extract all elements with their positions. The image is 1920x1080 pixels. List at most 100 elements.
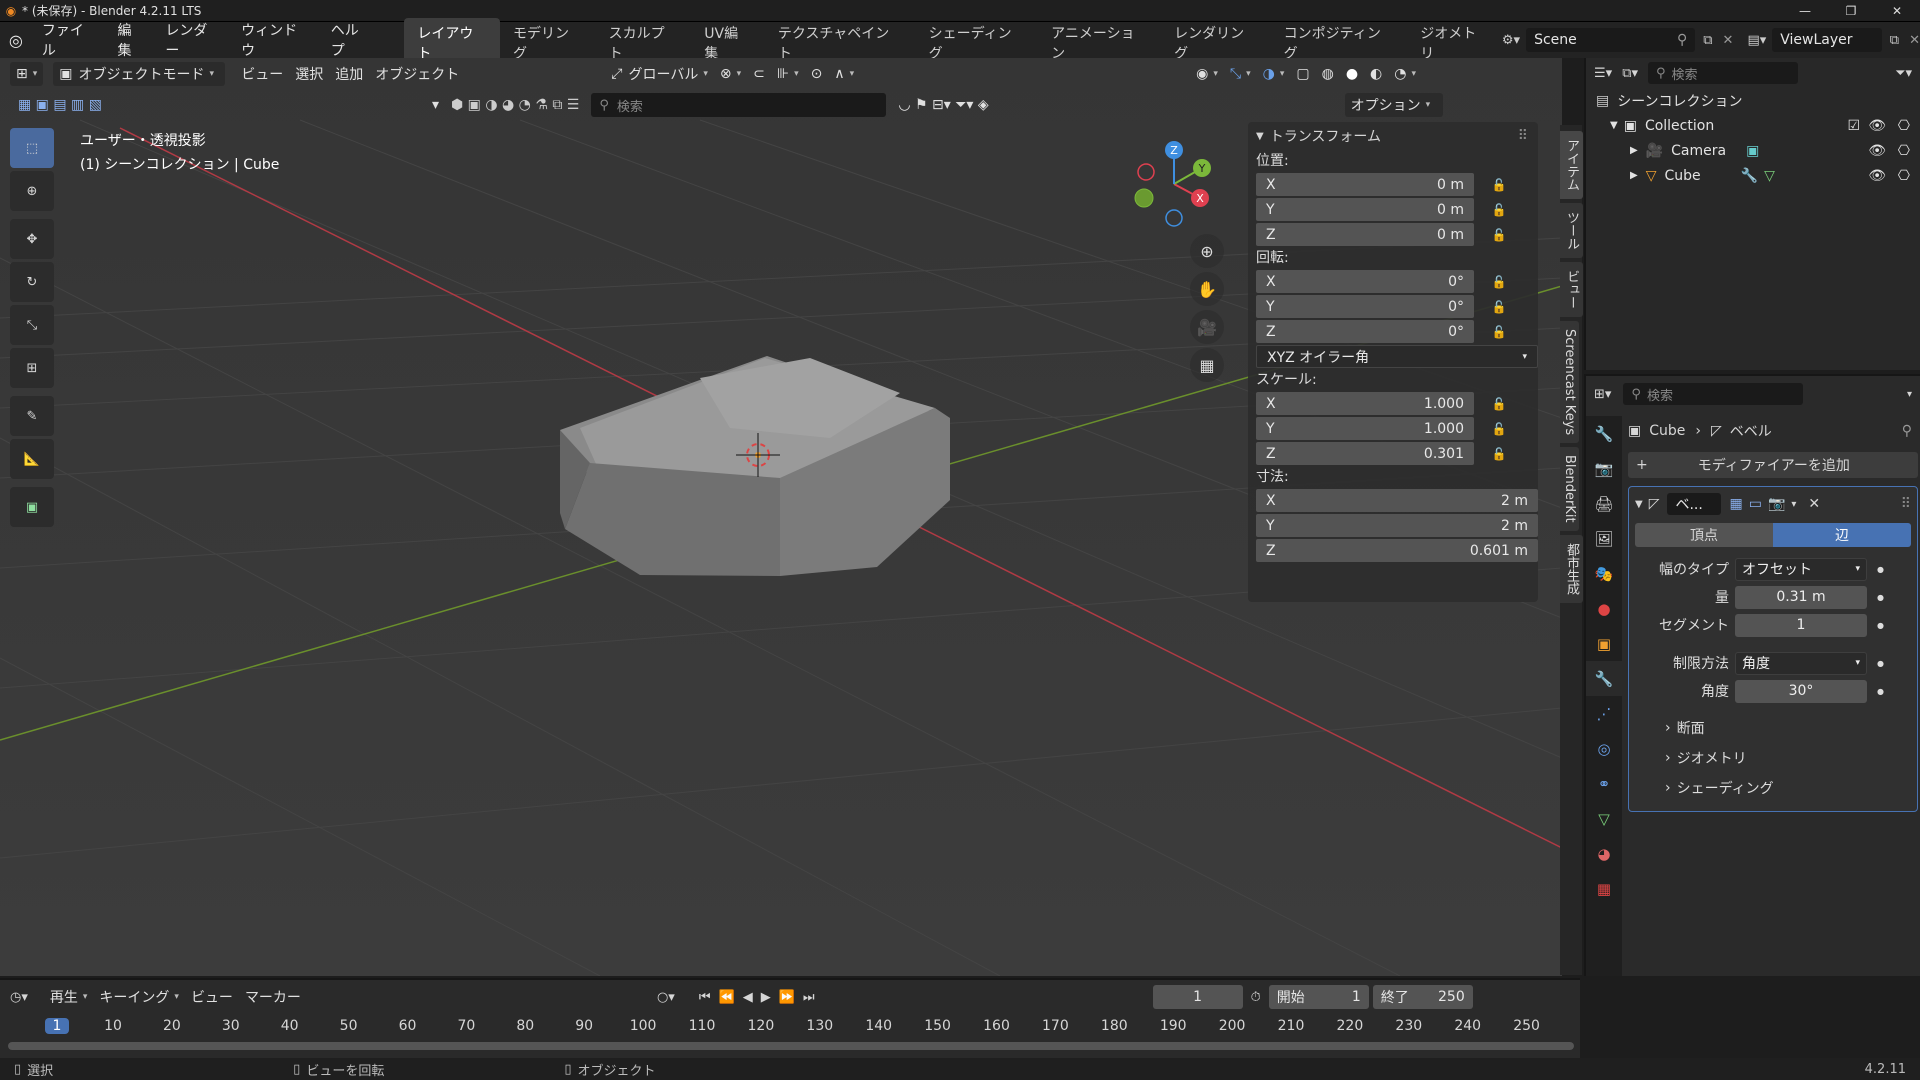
- select-mode-icons[interactable]: ▦ ▣ ▤ ▥ ▧: [12, 93, 108, 117]
- outliner-item-cube[interactable]: ▶ ▽ Cube 🔧 ▽ 👁 ⎔: [1586, 163, 1920, 188]
- wireframe-shading-icon[interactable]: ◍: [1316, 62, 1340, 86]
- ortho-grid-icon[interactable]: ▦: [1190, 348, 1224, 382]
- rendered-shading-icon[interactable]: ◔ ▾: [1388, 62, 1422, 86]
- view-layer-icon[interactable]: ▤▾: [1747, 33, 1766, 48]
- eye-icon[interactable]: 👁: [1868, 168, 1886, 184]
- output-tab-icon[interactable]: 🖨: [1586, 486, 1622, 521]
- delete-scene-icon[interactable]: ✕: [1723, 33, 1734, 48]
- render-tab-icon[interactable]: 📷: [1586, 451, 1622, 486]
- limit-method-dropdown[interactable]: 角度 ▾: [1735, 651, 1867, 675]
- transform-header[interactable]: トランスフォーム: [1270, 126, 1381, 146]
- lock-icon[interactable]: 🔓: [1484, 178, 1514, 192]
- falloff-icon[interactable]: ∧ ▾: [828, 62, 860, 86]
- particles-tab-icon[interactable]: ⋰: [1586, 696, 1622, 731]
- chevron-down-icon[interactable]: ▾: [1907, 389, 1912, 400]
- chevron-down-icon[interactable]: ▼: [1610, 120, 1618, 131]
- keyframe-dot-icon[interactable]: ●: [1877, 659, 1884, 668]
- lock-icon[interactable]: 🔓: [1484, 397, 1514, 411]
- pan-hand-icon[interactable]: ✋: [1190, 272, 1224, 306]
- affect-vertices-toggle[interactable]: 頂点: [1635, 523, 1773, 547]
- playback-controls[interactable]: ⏮⏪◀▶⏩⏭: [699, 990, 823, 1005]
- blender-menu-icon[interactable]: ◎: [0, 31, 32, 50]
- modifier-wrench-icon[interactable]: 🔧: [1741, 168, 1758, 184]
- menu-window[interactable]: ウィンドウ: [231, 20, 321, 60]
- dimension-x-field[interactable]: X 2 m: [1256, 489, 1538, 512]
- editor-type-button[interactable]: ⊞ ▾: [10, 62, 44, 86]
- chevron-down-icon[interactable]: ▼: [1256, 131, 1264, 142]
- minimize-button[interactable]: —: [1782, 0, 1828, 22]
- modifier-name-field[interactable]: ベ...: [1667, 493, 1722, 515]
- menu-add[interactable]: 追加: [329, 62, 369, 86]
- modifier-tab-icon[interactable]: 🔧: [1586, 661, 1622, 696]
- pin-icon[interactable]: ⚲: [1902, 423, 1912, 439]
- proportional-edit-icon[interactable]: ⊙: [805, 62, 829, 86]
- display-mode-icon[interactable]: ⧉▾: [1622, 66, 1638, 81]
- lock-icon[interactable]: 🔓: [1484, 447, 1514, 461]
- scene-icon[interactable]: ⚙▾: [1502, 33, 1520, 48]
- zoom-icon[interactable]: ⊕: [1190, 234, 1224, 268]
- view-layer-tab-icon[interactable]: 🖼: [1586, 521, 1622, 556]
- menu-render[interactable]: レンダー: [155, 20, 231, 60]
- chevron-down-icon[interactable]: ▼: [1635, 499, 1643, 510]
- menu-help[interactable]: ヘルプ: [321, 20, 383, 60]
- move-tool-icon[interactable]: ✥: [10, 219, 54, 259]
- camera-view-icon[interactable]: 🎥: [1190, 310, 1224, 344]
- rotation-y-field[interactable]: Y 0°: [1256, 295, 1474, 318]
- tab-screencast-keys[interactable]: Screencast Keys: [1560, 321, 1579, 444]
- viewport-toggle-icon[interactable]: ▭: [1749, 496, 1762, 512]
- amount-field[interactable]: 0.31 m: [1735, 585, 1867, 609]
- options-dropdown[interactable]: オプション ▾: [1344, 93, 1443, 117]
- filter-dropdown-icon[interactable]: ▾: [426, 93, 445, 117]
- location-y-field[interactable]: Y 0 m: [1256, 198, 1474, 221]
- chevron-right-icon[interactable]: ▶: [1630, 170, 1638, 181]
- cursor-tool-icon[interactable]: ⊕: [10, 171, 54, 211]
- new-scene-icon[interactable]: ⧉: [1703, 33, 1712, 48]
- lock-icon[interactable]: 🔓: [1484, 300, 1514, 314]
- material-shading-icon[interactable]: ◐: [1364, 62, 1388, 86]
- keyframe-dot-icon[interactable]: ●: [1877, 687, 1884, 696]
- view-layer-field[interactable]: ViewLayer: [1772, 28, 1882, 52]
- end-frame-field[interactable]: 終了 250: [1372, 985, 1473, 1009]
- world-tab-icon[interactable]: ●: [1586, 591, 1622, 626]
- object-type-filter-icons[interactable]: ⬢ ▣ ◑ ◕ ◔ ⚗ ⧉ ☰: [445, 93, 585, 117]
- tab-tool[interactable]: ツール: [1560, 203, 1583, 258]
- scrollbar-thumb[interactable]: [8, 1042, 1574, 1050]
- edit-mode-toggle-icon[interactable]: ▦: [1729, 496, 1742, 512]
- constraints-tab-icon[interactable]: ⚭: [1586, 766, 1622, 801]
- start-frame-field[interactable]: 開始 1: [1268, 985, 1369, 1009]
- tab-city-generator[interactable]: 都市生成: [1560, 534, 1583, 603]
- 3d-viewport[interactable]: ⊞ ▾ ▣ オブジェクトモード ▾ ビュー 選択 追加 オブジェクト ⤢ グローバル…: [0, 58, 1562, 976]
- maximize-button[interactable]: ❐: [1828, 0, 1874, 22]
- object-tab-icon[interactable]: ▣: [1586, 626, 1622, 661]
- viewport-search-input[interactable]: ⚲ 検索: [591, 93, 887, 117]
- render-camera-icon[interactable]: ⎔: [1898, 118, 1910, 134]
- menu-file[interactable]: ファイル: [32, 20, 108, 60]
- render-camera-icon[interactable]: ⎔: [1898, 143, 1910, 159]
- render-camera-icon[interactable]: ⎔: [1898, 168, 1910, 184]
- dimension-y-field[interactable]: Y 2 m: [1256, 514, 1538, 537]
- select-box-tool-icon[interactable]: ⬚: [10, 128, 54, 168]
- camera-data-icon[interactable]: ▣: [1746, 143, 1759, 159]
- lock-icon[interactable]: 🔓: [1484, 325, 1514, 339]
- menu-marker[interactable]: マーカー: [239, 985, 307, 1009]
- tab-view[interactable]: ビュー: [1560, 262, 1583, 317]
- outliner-collection[interactable]: ▼ ▣ Collection ☑ 👁 ⎔: [1586, 113, 1920, 138]
- physics-tab-icon[interactable]: ◎: [1586, 731, 1622, 766]
- menu-object[interactable]: オブジェクト: [369, 62, 465, 86]
- data-tab-icon[interactable]: ▽: [1586, 801, 1622, 836]
- menu-select[interactable]: 選択: [289, 62, 329, 86]
- menu-keying[interactable]: キーイング ▾: [93, 985, 185, 1009]
- profile-subpanel[interactable]: › 断面: [1635, 713, 1911, 743]
- rotate-tool-icon[interactable]: ↻: [10, 262, 54, 302]
- pivot-icon[interactable]: ⊗ ▾: [714, 62, 747, 86]
- pin-icon[interactable]: ⚲: [1677, 32, 1687, 48]
- affect-edges-toggle[interactable]: 辺: [1773, 523, 1911, 547]
- keyframe-dot-icon[interactable]: ●: [1877, 621, 1884, 630]
- auto-key-icon[interactable]: ○▾: [657, 990, 675, 1005]
- current-frame-field[interactable]: 1: [1152, 985, 1243, 1009]
- keyframe-dot-icon[interactable]: ●: [1877, 565, 1884, 574]
- drag-handle-icon[interactable]: ⠿: [1901, 496, 1911, 512]
- chevron-down-icon[interactable]: ▾: [1791, 499, 1796, 510]
- overlay-toggle-icon[interactable]: ◑ ▾: [1257, 62, 1291, 86]
- rotation-z-field[interactable]: Z 0°: [1256, 320, 1474, 343]
